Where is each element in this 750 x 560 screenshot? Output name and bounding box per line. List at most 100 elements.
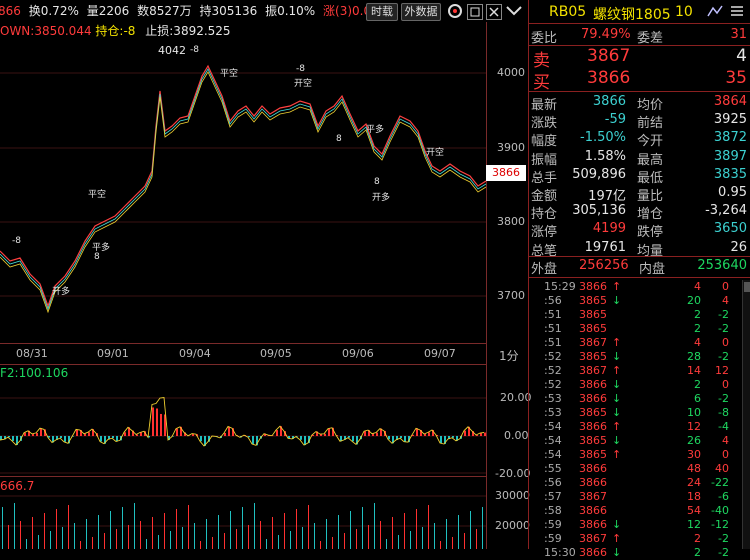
tick-row: :593866↓12-12 <box>529 518 750 532</box>
stat-value: 0.95 <box>718 185 747 200</box>
stat-label: 最高 <box>637 149 663 168</box>
tick-row: :5138652-2 <box>529 308 750 322</box>
tick-time: :56 <box>544 476 562 490</box>
tick-row: :56386624-22 <box>529 476 750 490</box>
stat-value: 4199 <box>593 221 626 236</box>
tick-volume: 6 <box>694 392 701 406</box>
stat-value: 3925 <box>714 112 747 127</box>
header-volume: 量2206 <box>87 0 130 22</box>
tick-change: 4 <box>722 434 729 448</box>
tick-volume: 12 <box>687 420 701 434</box>
stat-label: 涨跌 <box>531 112 557 131</box>
timeshare-button[interactable]: 时载 <box>366 3 398 21</box>
stat-value: -3,264 <box>705 203 747 218</box>
external-data-button[interactable]: 外数据 <box>401 3 441 21</box>
price-chart[interactable] <box>0 36 486 342</box>
tick-time: :53 <box>544 392 562 406</box>
tick-time: :56 <box>544 294 562 308</box>
stat-value: 197亿 <box>588 185 626 204</box>
outer-value: 256256 <box>579 258 629 273</box>
chart-switch-icon[interactable] <box>707 4 723 18</box>
tick-row: :58386654-40 <box>529 504 750 518</box>
tick-direction: ↓ <box>612 434 621 448</box>
volume-chart[interactable] <box>0 490 486 549</box>
tick-change: 0 <box>722 336 729 350</box>
header-price: 866 <box>0 0 21 22</box>
tick-price: 3866 <box>579 546 607 560</box>
period-label[interactable]: 1分 <box>499 347 519 364</box>
tick-price: 3866 <box>579 518 607 532</box>
stat-label: 前结 <box>637 112 663 131</box>
tick-price: 3865 <box>579 322 607 336</box>
commission-ratio-value: 79.49% <box>581 27 631 42</box>
tick-direction: ↓ <box>612 392 621 406</box>
tick-change: -2 <box>718 322 729 336</box>
date-label: 09/01 <box>97 347 129 360</box>
tick-time: :51 <box>544 308 562 322</box>
stat-label: 涨停 <box>531 221 557 240</box>
restore-icon[interactable] <box>467 4 483 20</box>
tick-volume: 12 <box>687 518 701 532</box>
tick-change: 0 <box>722 280 729 294</box>
tick-volume: 28 <box>687 350 701 364</box>
stat-value: -1.50% <box>580 130 626 145</box>
tick-volume: 10 <box>687 406 701 420</box>
tick-volume: 30 <box>687 448 701 462</box>
tick-direction: ↑ <box>612 364 621 378</box>
stat-value: 3835 <box>714 167 747 182</box>
tick-time: :54 <box>544 448 562 462</box>
indicator-chart[interactable] <box>0 378 486 474</box>
volume-y-label: 30000 <box>495 489 530 502</box>
stat-value: 3872 <box>714 130 747 145</box>
tick-scrollbar[interactable] <box>742 280 750 549</box>
tick-direction: ↑ <box>612 280 621 294</box>
stat-value: 19761 <box>585 240 626 255</box>
tick-row: 15:293866↑40 <box>529 280 750 294</box>
tick-change: -40 <box>711 504 729 518</box>
bid-row[interactable]: 买 3866 35 <box>529 68 750 90</box>
volume-y-label: 20000 <box>495 519 530 532</box>
annotation: 平多 <box>366 122 384 135</box>
tick-direction: ↓ <box>612 546 621 560</box>
quote-panel: RB05 螺纹钢1805 10 委比 79.49% 委差 31 卖 3867 4… <box>528 0 750 549</box>
tick-row: :523865↓28-2 <box>529 350 750 364</box>
settings-icon[interactable] <box>447 3 463 19</box>
tick-time: :57 <box>544 490 562 504</box>
symbol-code: RB05 <box>549 4 586 20</box>
commission-diff-value: 31 <box>730 27 747 42</box>
tick-row: :543866↑12-4 <box>529 420 750 434</box>
outer-label: 外盘 <box>531 258 557 277</box>
tick-time: 15:30 <box>544 546 576 560</box>
expand-icon[interactable] <box>505 3 523 19</box>
stat-label: 最新 <box>531 94 557 113</box>
annotation: 8 <box>94 252 100 262</box>
tick-change: -12 <box>711 518 729 532</box>
stat-value: 3866 <box>593 94 626 109</box>
buy-label: 买 <box>533 68 550 93</box>
inner-label: 内盘 <box>639 258 665 277</box>
annotation: 8 <box>336 134 342 144</box>
annotation: 开空 <box>426 145 444 158</box>
tick-price: 3866 <box>579 462 607 476</box>
menu-icon[interactable] <box>729 4 745 18</box>
tick-change: 40 <box>715 462 729 476</box>
tick-row: :563865↓204 <box>529 294 750 308</box>
tick-change: -2 <box>718 532 729 546</box>
ask-row[interactable]: 卖 3867 4 <box>529 46 750 68</box>
tick-direction: ↑ <box>612 336 621 350</box>
stat-value: -59 <box>605 112 626 127</box>
stat-label: 均价 <box>637 94 663 113</box>
tick-volume: 54 <box>687 504 701 518</box>
tick-price: 3867 <box>579 490 607 504</box>
stat-label: 今开 <box>637 130 663 149</box>
sell-qty: 4 <box>736 46 747 66</box>
tick-change: 0 <box>722 378 729 392</box>
tick-change: -2 <box>718 350 729 364</box>
tick-volume: 20 <box>687 294 701 308</box>
tick-direction: ↓ <box>612 406 621 420</box>
tick-change: 12 <box>715 364 729 378</box>
close-icon[interactable] <box>486 4 502 20</box>
tick-volume: 4 <box>694 336 701 350</box>
stat-label: 最低 <box>637 167 663 186</box>
stat-label: 总手 <box>531 167 557 186</box>
